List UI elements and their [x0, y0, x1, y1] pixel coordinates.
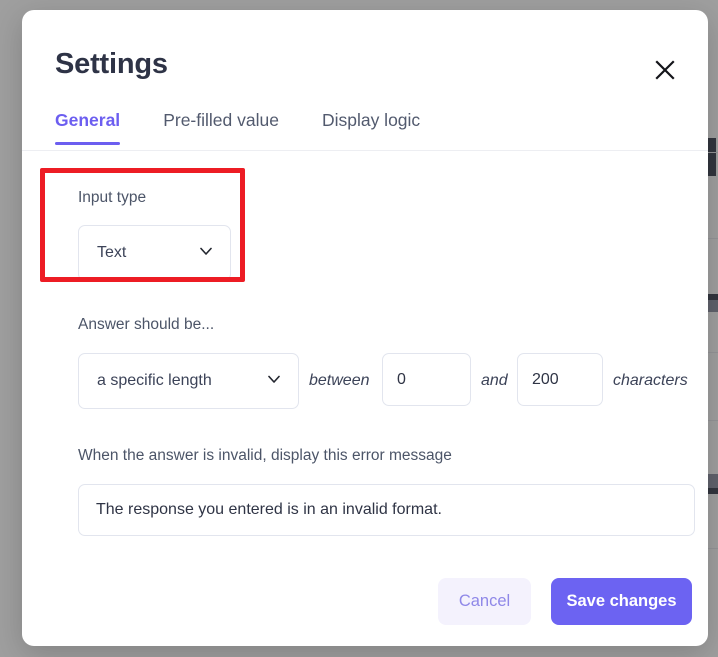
max-length-input[interactable]: 200 — [517, 353, 603, 406]
tab-general[interactable]: General — [55, 110, 121, 145]
answer-rule-label: Answer should be... — [78, 316, 215, 333]
input-type-select[interactable]: Text — [78, 225, 231, 281]
input-type-label: Input type — [78, 189, 147, 206]
tab-bar: General Pre-filled value Display logic — [55, 110, 708, 150]
between-word: between — [309, 372, 370, 389]
cancel-button[interactable]: Cancel — [438, 578, 531, 625]
settings-modal: Settings General Pre-filled value Displa… — [22, 10, 708, 646]
chevron-down-icon — [266, 371, 282, 392]
close-icon[interactable] — [648, 53, 682, 87]
chevron-down-icon — [198, 243, 214, 264]
error-message-input[interactable]: The response you entered is in an invali… — [78, 484, 695, 536]
tab-divider — [22, 150, 708, 151]
input-type-value: Text — [97, 244, 127, 261]
and-word: and — [481, 372, 508, 389]
tab-pre-filled-value[interactable]: Pre-filled value — [163, 110, 279, 145]
characters-word: characters — [613, 372, 688, 389]
min-length-input[interactable]: 0 — [382, 353, 471, 406]
answer-rule-select[interactable]: a specific length — [78, 353, 299, 409]
tab-display-logic[interactable]: Display logic — [322, 110, 420, 145]
error-message-label: When the answer is invalid, display this… — [78, 447, 452, 464]
page-title: Settings — [55, 48, 168, 80]
answer-rule-value: a specific length — [97, 372, 212, 389]
save-changes-button[interactable]: Save changes — [551, 578, 692, 625]
